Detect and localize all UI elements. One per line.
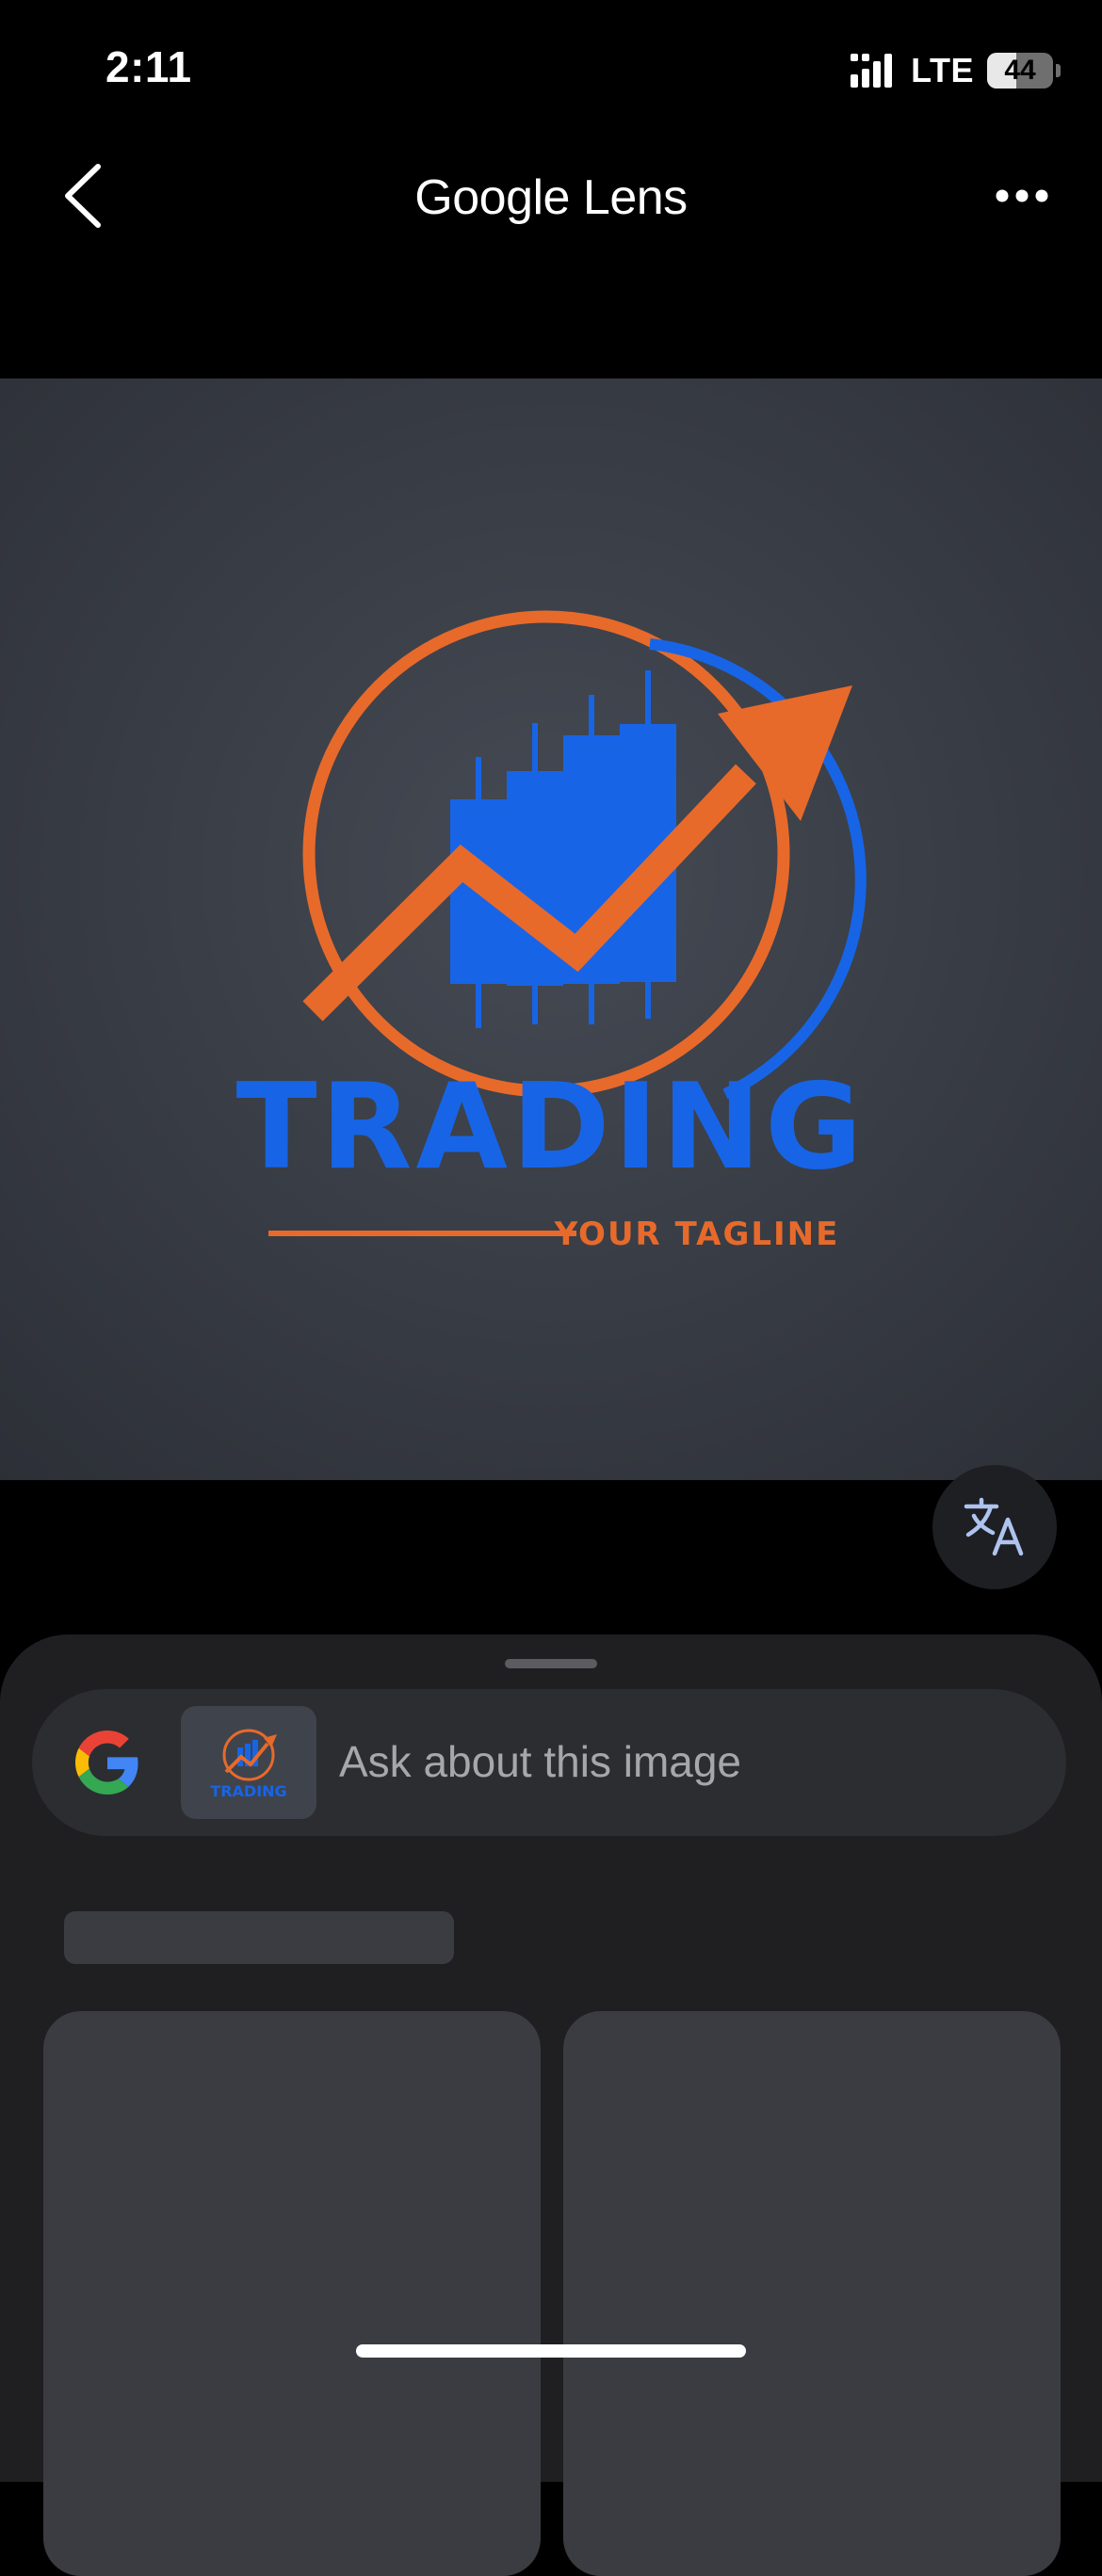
battery-cap	[1056, 64, 1061, 77]
battery-percentage: 44	[1004, 55, 1036, 86]
status-time: 2:11	[105, 42, 192, 91]
search-placeholder: Ask about this image	[339, 1737, 742, 1786]
loading-result-card	[563, 2011, 1061, 2576]
signal-icon	[851, 54, 893, 88]
page-title: Google Lens	[414, 170, 688, 225]
more-options-button[interactable]	[989, 168, 1055, 224]
drag-handle[interactable]	[505, 1659, 597, 1668]
loading-title-placeholder	[64, 1911, 454, 1964]
lens-header: Google Lens	[0, 141, 1102, 254]
thumbnail-text: TRADING	[210, 1782, 286, 1800]
translate-button[interactable]	[932, 1465, 1057, 1589]
image-thumbnail[interactable]: TRADING	[181, 1706, 316, 1819]
search-input[interactable]: TRADING Ask about this image	[32, 1689, 1066, 1836]
battery-icon: 44	[987, 53, 1061, 89]
logo-tagline: YOUR TAGLINE	[554, 1216, 840, 1253]
more-horizontal-icon	[996, 189, 1048, 202]
status-bar: 2:11 LTE 44	[0, 0, 1102, 132]
trading-logo-image: TRADING YOUR TAGLINE	[0, 378, 1102, 1480]
thumbnail-image: TRADING	[181, 1706, 316, 1819]
google-g-icon	[75, 1731, 138, 1795]
translate-icon	[964, 1497, 1024, 1556]
logo-text: TRADING	[236, 1057, 867, 1196]
status-indicators: LTE 44	[849, 49, 1061, 92]
home-indicator[interactable]	[356, 2344, 746, 2358]
loading-result-card	[43, 2011, 541, 2576]
searched-image[interactable]: TRADING YOUR TAGLINE	[0, 378, 1102, 1480]
network-label: LTE	[911, 51, 974, 89]
